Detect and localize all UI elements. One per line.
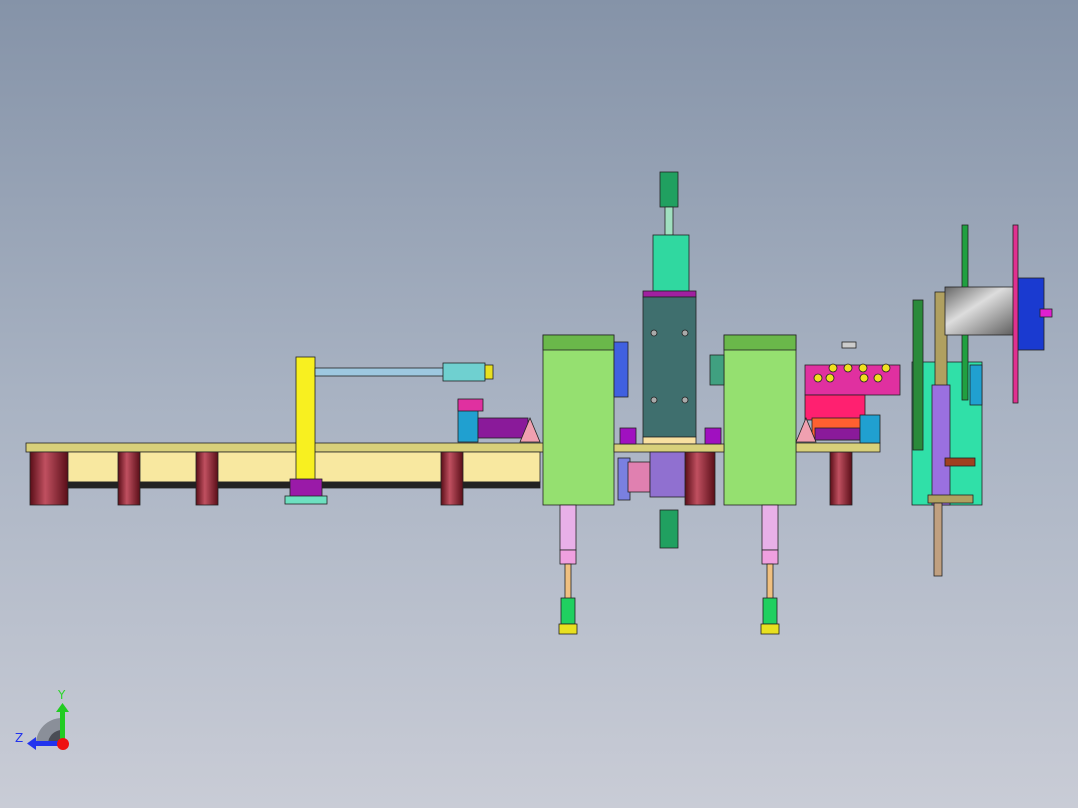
reel-assembly [911,224,1053,577]
left-green-block [542,334,615,635]
left-clamp [457,398,541,443]
right-feeder [795,341,901,444]
right-green-block [723,334,797,635]
z-axis-label: Z [15,731,24,745]
y-axis-label: Y [58,688,66,702]
cad-viewport[interactable] [0,0,1078,808]
axis-triad [27,703,69,750]
